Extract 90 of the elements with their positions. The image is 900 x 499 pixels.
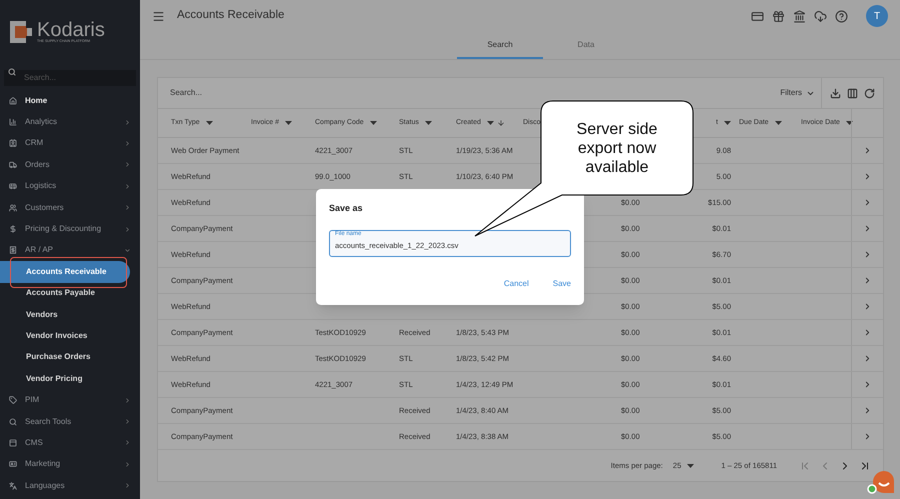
callout-text: Server side export now available — [576, 120, 658, 176]
chevron-right-icon — [124, 204, 131, 212]
id-card-icon — [9, 460, 17, 468]
row-open-icon[interactable] — [863, 406, 872, 415]
page-title: Accounts Receivable — [177, 8, 286, 24]
sidebar-subitem[interactable]: Vendor Pricing — [0, 372, 82, 385]
sidebar-item[interactable]: Marketing — [0, 458, 140, 470]
sidebar-item[interactable]: Languages — [0, 480, 140, 492]
caret-icon — [724, 121, 731, 125]
caret-icon — [846, 121, 853, 125]
sidebar-subitem[interactable]: Accounts Receivable — [0, 260, 130, 283]
truck-icon — [9, 160, 17, 169]
sidebar-search-field[interactable]: Search... — [4, 70, 136, 86]
dialog-button[interactable]: Save — [552, 278, 571, 290]
chart-icon — [9, 118, 17, 126]
filters-dropdown[interactable]: Filters — [780, 87, 815, 99]
sidebar-item[interactable]: Customers — [0, 202, 140, 214]
row-open-icon[interactable] — [863, 146, 872, 155]
gift-icon[interactable] — [772, 10, 785, 22]
caret-icon — [285, 121, 292, 125]
row-open-icon[interactable] — [863, 302, 872, 311]
sidebar-subitem[interactable]: Accounts Payable — [0, 287, 95, 300]
sort-arrow-icon — [496, 119, 505, 127]
row-open-icon[interactable] — [863, 224, 872, 233]
card-icon[interactable] — [751, 10, 764, 22]
sidebar-item[interactable]: Orders — [0, 158, 140, 171]
chevron-right-icon — [124, 118, 131, 126]
sidebar-subitem[interactable]: Vendor Invoices — [0, 330, 88, 342]
contact-card-icon — [9, 139, 17, 148]
row-open-icon[interactable] — [863, 276, 872, 285]
sidebar-item[interactable]: Search Tools — [0, 416, 140, 428]
caret-icon — [486, 121, 494, 125]
sidebar-item[interactable]: Analytics — [0, 116, 140, 128]
bank-icon[interactable] — [793, 10, 806, 22]
row-open-icon[interactable] — [863, 328, 872, 337]
caret-icon — [774, 121, 782, 125]
chevron-right-icon — [124, 226, 131, 233]
row-open-icon[interactable] — [863, 380, 872, 389]
logo-wordmark: Kodaris — [37, 20, 105, 40]
sidebar-subitem[interactable]: Vendors — [0, 308, 58, 321]
chevron-right-icon — [124, 460, 131, 468]
help-icon[interactable] — [835, 10, 848, 22]
sidebar-item[interactable]: Home — [0, 94, 140, 107]
user-avatar[interactable]: T — [866, 5, 888, 27]
sidebar-item[interactable]: AR / AP — [0, 244, 140, 256]
chevron-right-icon — [124, 182, 131, 190]
refresh-icon[interactable] — [864, 88, 875, 98]
sidebar-item[interactable]: PIM — [0, 394, 140, 406]
row-open-icon[interactable] — [863, 432, 872, 441]
chevron-right-icon — [124, 482, 131, 490]
chevron-down-icon — [124, 246, 131, 254]
columns-icon[interactable] — [847, 88, 858, 98]
sidebar-item[interactable]: CMS — [0, 436, 140, 449]
last-page-icon[interactable] — [859, 460, 871, 472]
row-open-icon[interactable] — [863, 198, 872, 207]
chevron-right-icon — [124, 439, 131, 446]
receipt-icon — [9, 246, 17, 254]
caret-icon — [206, 121, 213, 125]
search-icon — [9, 418, 17, 426]
window-icon — [9, 438, 17, 447]
caret-icon — [424, 121, 432, 125]
people-icon — [9, 204, 17, 212]
caret-icon — [687, 464, 694, 468]
menu-icon[interactable] — [152, 10, 165, 22]
cloud-download-icon[interactable] — [814, 10, 827, 22]
table-search-field[interactable]: Search... — [170, 87, 780, 99]
chevron-right-icon — [124, 396, 131, 404]
tab[interactable]: Data — [543, 32, 629, 59]
dollar-icon — [9, 225, 17, 234]
download-icon[interactable] — [830, 88, 841, 98]
home-icon — [9, 96, 17, 105]
dialog-title: Save as — [329, 202, 364, 215]
row-open-icon[interactable] — [863, 250, 872, 259]
chevron-right-icon — [124, 418, 131, 426]
row-open-icon[interactable] — [863, 354, 872, 363]
sidebar-subitem[interactable]: Purchase Orders — [0, 351, 90, 364]
chevron-right-icon — [124, 161, 131, 168]
chevron-right-icon — [124, 140, 131, 147]
tag-icon — [9, 396, 17, 404]
sidebar-item[interactable]: CRM — [0, 137, 140, 150]
dialog-button[interactable]: Cancel — [504, 278, 529, 290]
caret-icon — [370, 121, 377, 125]
sidebar-item[interactable]: Logistics — [0, 180, 140, 192]
row-open-icon[interactable] — [863, 172, 872, 181]
vehicle-icon — [9, 182, 17, 190]
logo-icon — [10, 21, 32, 43]
translate-icon — [9, 482, 17, 490]
search-icon — [8, 68, 16, 76]
tab[interactable]: Search — [457, 32, 543, 59]
sidebar-item[interactable]: Pricing & Discounting — [0, 223, 140, 236]
